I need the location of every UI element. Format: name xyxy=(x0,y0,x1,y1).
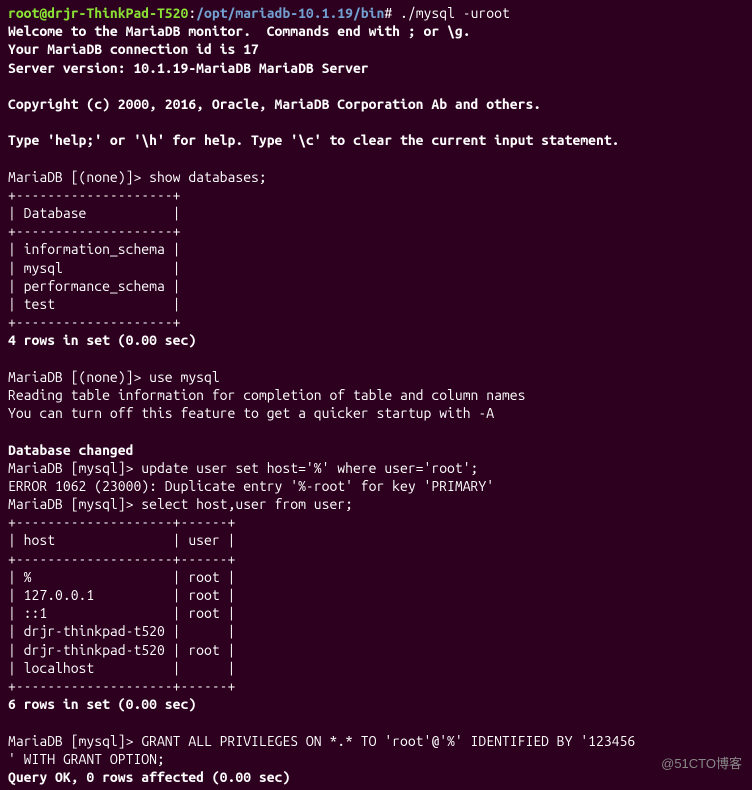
table-sep: +--------------------+------+ xyxy=(8,551,235,567)
welcome-line1: Welcome to the MariaDB monitor. Commands… xyxy=(8,23,471,39)
welcome-line3: Server version: 10.1.19-MariaDB MariaDB … xyxy=(8,60,369,76)
table-sep: +--------------------+------+ xyxy=(8,678,235,694)
table-row: | test | xyxy=(8,296,180,312)
terminal-window[interactable]: root@drjr-ThinkPad-T520:/opt/mariadb-10.… xyxy=(0,0,752,790)
mariadb-prompt-mysql: MariaDB [mysql]> xyxy=(8,496,141,512)
mariadb-prompt-mysql: MariaDB [mysql]> xyxy=(8,460,141,476)
reading-table-info: Reading table information for completion… xyxy=(8,387,525,403)
table-row: | performance_schema | xyxy=(8,278,180,294)
table-row: | ::1 | root | xyxy=(8,605,235,621)
table-row: | information_schema | xyxy=(8,241,180,257)
prompt-colon: : xyxy=(188,5,196,21)
cmd-show-databases: show databases; xyxy=(149,169,267,185)
error-1062: ERROR 1062 (23000): Duplicate entry '%-r… xyxy=(8,478,494,494)
cmd-select-hostuser: select host,user from user; xyxy=(141,496,353,512)
cmd-grant-line2: ' WITH GRANT OPTION; xyxy=(8,751,165,767)
mariadb-prompt-none: MariaDB [(none)]> xyxy=(8,369,149,385)
table-sep: +--------------------+ xyxy=(8,314,180,330)
welcome-line2: Your MariaDB connection id is 17 xyxy=(8,41,259,57)
table-row: | 127.0.0.1 | root | xyxy=(8,587,235,603)
prompt-user-host: root@drjr-ThinkPad-T520 xyxy=(8,5,188,21)
table-row: | % | root | xyxy=(8,569,235,585)
table-row: | drjr-thinkpad-t520 | root | xyxy=(8,642,235,658)
table-sep: +--------------------+ xyxy=(8,187,180,203)
result-4rows: 4 rows in set (0.00 sec) xyxy=(8,332,196,348)
database-changed: Database changed xyxy=(8,442,133,458)
copyright-line: Copyright (c) 2000, 2016, Oracle, MariaD… xyxy=(8,96,541,112)
turnoff-feature: You can turn off this feature to get a q… xyxy=(8,405,494,421)
prompt-hash: # xyxy=(384,5,392,21)
table-row: | mysql | xyxy=(8,260,180,276)
cmd-update-user: update user set host='%' where user='roo… xyxy=(141,460,478,476)
cmd-use-mysql: use mysql xyxy=(149,369,220,385)
watermark-text: @51CTO博客 xyxy=(661,756,742,773)
table-header-hostuser: | host | user | xyxy=(8,532,235,548)
table-header-database: | Database | xyxy=(8,205,180,221)
help-line: Type 'help;' or '\h' for help. Type '\c'… xyxy=(8,132,620,148)
result-6rows: 6 rows in set (0.00 sec) xyxy=(8,696,196,712)
table-sep: +--------------------+ xyxy=(8,223,180,239)
prompt-path: /opt/mariadb-10.1.19/bin xyxy=(196,5,384,21)
cmd-grant-line1: GRANT ALL PRIVILEGES ON *.* TO 'root'@'%… xyxy=(141,733,635,749)
mariadb-prompt-none: MariaDB [(none)]> xyxy=(8,169,149,185)
table-row: | localhost | | xyxy=(8,660,235,676)
table-row: | drjr-thinkpad-t520 | | xyxy=(8,623,235,639)
command-mysql: ./mysql -uroot xyxy=(392,5,510,21)
mariadb-prompt-mysql: MariaDB [mysql]> xyxy=(8,733,141,749)
table-sep: +--------------------+------+ xyxy=(8,514,235,530)
